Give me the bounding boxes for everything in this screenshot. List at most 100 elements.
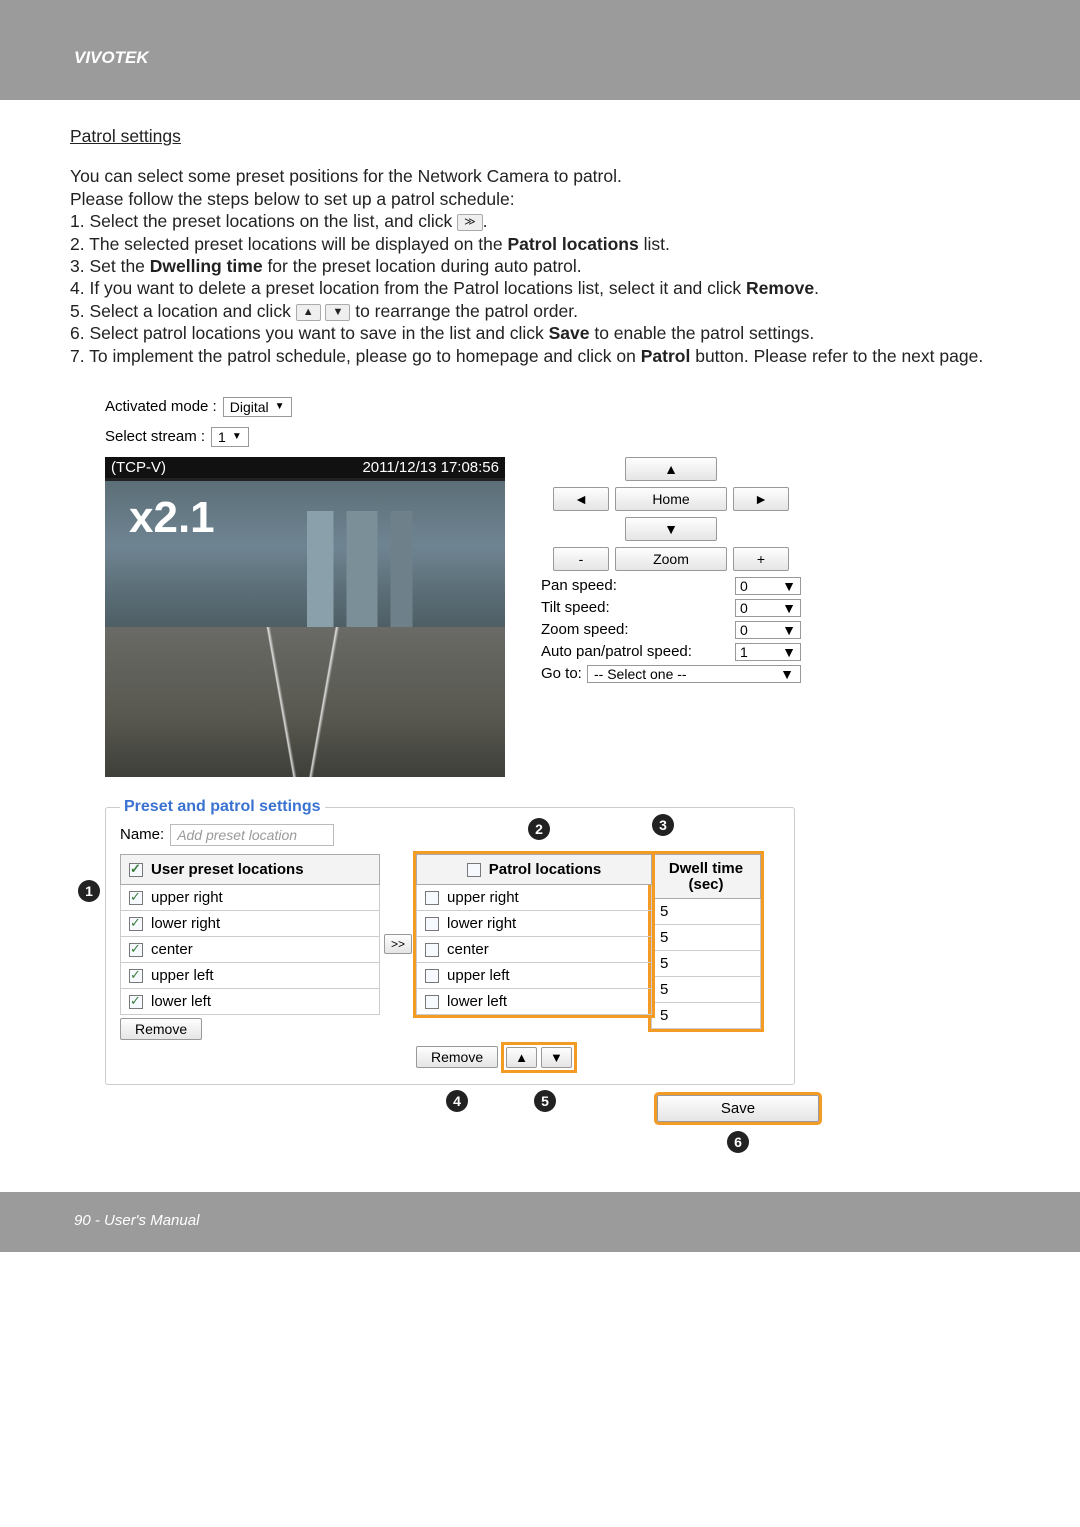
brand-text: VIVOTEK [74, 48, 149, 67]
inline-transfer-icon: ≫ [457, 214, 483, 231]
narrative-block: Patrol settings You can select some pres… [70, 125, 1010, 367]
select-stream-label: Select stream : [105, 428, 205, 445]
zoom-in-button[interactable]: + [733, 547, 789, 571]
checkbox[interactable] [425, 995, 439, 1009]
step-6: 6. Select patrol locations you want to s… [70, 322, 1010, 344]
ptz-up-button[interactable]: ▲ [625, 457, 717, 481]
section-title: Patrol settings [70, 125, 1010, 147]
save-button[interactable]: Save [657, 1095, 819, 1122]
chevron-down-icon: ▼ [782, 578, 796, 594]
tilt-speed-label: Tilt speed: [541, 599, 610, 616]
brand-header: VIVOTEK [0, 0, 1080, 100]
dwell-header-2: (sec) [689, 876, 724, 893]
table-row[interactable]: 5 [652, 925, 761, 951]
checkbox[interactable] [129, 969, 143, 983]
tilt-speed-select[interactable]: 0▼ [735, 599, 801, 617]
chevron-down-icon: ▼ [782, 644, 796, 660]
step-2: 2. The selected preset locations will be… [70, 233, 1010, 255]
checkbox[interactable] [129, 917, 143, 931]
video-title: (TCP-V) [111, 459, 166, 476]
chevron-down-icon: ▼ [782, 600, 796, 616]
step-1: 1. Select the preset locations on the li… [70, 210, 1010, 232]
user-remove-button[interactable]: Remove [120, 1018, 202, 1040]
patrol-move-up-button[interactable]: ▲ [506, 1047, 537, 1068]
patrol-all-check[interactable] [467, 863, 481, 877]
preset-legend: Preset and patrol settings [120, 798, 325, 816]
callout-1: 1 [78, 880, 100, 902]
select-stream-select[interactable]: 1 ▼ [211, 427, 249, 447]
table-row[interactable]: upper left [417, 962, 652, 988]
pan-speed-label: Pan speed: [541, 577, 617, 594]
preset-name-label: Name: [120, 826, 164, 843]
auto-speed-select[interactable]: 1▼ [735, 643, 801, 661]
chevron-down-icon: ▼ [275, 401, 285, 412]
ui-screenshot: Activated mode : Digital ▼ Select stream… [105, 397, 905, 1122]
user-preset-header: User preset locations [151, 861, 304, 878]
intro-line-2: Please follow the steps below to set up … [70, 188, 1010, 210]
table-row[interactable]: lower left [121, 988, 380, 1014]
ptz-left-button[interactable]: ◄ [553, 487, 609, 511]
preset-patrol-panel: Preset and patrol settings Name: Add pre… [105, 807, 795, 1085]
table-row[interactable]: lower right [121, 910, 380, 936]
checkbox[interactable] [425, 943, 439, 957]
table-row[interactable]: 5 [652, 1003, 761, 1029]
callout-5: 5 [534, 1090, 556, 1112]
chevron-down-icon: ▼ [780, 666, 794, 682]
table-row[interactable]: upper right [121, 884, 380, 910]
table-row[interactable]: center [121, 936, 380, 962]
zoom-out-button[interactable]: - [553, 547, 609, 571]
chevron-down-icon: ▼ [782, 622, 796, 638]
user-preset-all-check[interactable] [129, 863, 143, 877]
checkbox[interactable] [425, 891, 439, 905]
step-4: 4. If you want to delete a preset locati… [70, 277, 1010, 299]
checkbox[interactable] [129, 995, 143, 1009]
table-row[interactable]: lower right [417, 910, 652, 936]
auto-speed-label: Auto pan/patrol speed: [541, 643, 692, 660]
table-row[interactable]: upper left [121, 962, 380, 988]
table-row[interactable]: upper right [417, 884, 652, 910]
table-row[interactable]: 5 [652, 951, 761, 977]
video-timestamp: 2011/12/13 17:08:56 [362, 459, 499, 476]
patrol-move-down-button[interactable]: ▼ [541, 1047, 572, 1068]
callout-4: 4 [446, 1090, 468, 1112]
checkbox[interactable] [425, 969, 439, 983]
goto-label: Go to: [541, 665, 582, 682]
ptz-panel: ▲ ◄ Home ► ▼ - Zoom + Pan speed: 0▼ Ti [541, 457, 801, 683]
activated-mode-label: Activated mode : [105, 398, 217, 415]
checkbox[interactable] [129, 891, 143, 905]
step-5: 5. Select a location and click ▲ ▼ to re… [70, 300, 1010, 322]
transfer-button[interactable]: >> [384, 934, 412, 954]
patrol-header: Patrol locations [489, 861, 602, 878]
preset-name-input[interactable]: Add preset location [170, 824, 334, 846]
callout-2: 2 [528, 818, 550, 840]
table-row[interactable]: center [417, 936, 652, 962]
callout-3: 3 [652, 814, 674, 836]
zoom-speed-label: Zoom speed: [541, 621, 629, 638]
table-row[interactable]: 5 [652, 977, 761, 1003]
step-3: 3. Set the Dwelling time for the preset … [70, 255, 1010, 277]
zoom-label: Zoom [615, 547, 727, 571]
ptz-right-button[interactable]: ► [733, 487, 789, 511]
video-zoom-overlay: x2.1 [129, 493, 215, 543]
ptz-home-button[interactable]: Home [615, 487, 727, 511]
goto-select[interactable]: -- Select one --▼ [587, 665, 801, 683]
footer-text: 90 - User's Manual [74, 1212, 199, 1229]
checkbox[interactable] [425, 917, 439, 931]
patrol-remove-button[interactable]: Remove [416, 1046, 498, 1068]
pan-speed-select[interactable]: 0▼ [735, 577, 801, 595]
table-row[interactable]: 5 [652, 899, 761, 925]
footer: 90 - User's Manual [0, 1192, 1080, 1252]
table-row[interactable]: lower left [417, 988, 652, 1014]
ptz-down-button[interactable]: ▼ [625, 517, 717, 541]
callout-6: 6 [727, 1131, 749, 1153]
inline-down-icon: ▼ [325, 304, 350, 321]
zoom-speed-select[interactable]: 0▼ [735, 621, 801, 639]
patrol-locations-table: Patrol locations upper right lower right… [416, 854, 652, 1015]
chevron-down-icon: ▼ [232, 431, 242, 442]
intro-line-1: You can select some preset positions for… [70, 165, 1010, 187]
dwell-header-1: Dwell time [669, 860, 743, 877]
video-preview: (TCP-V) 2011/12/13 17:08:56 x2.1 [105, 457, 505, 777]
step-7: 7. To implement the patrol schedule, ple… [70, 345, 1010, 367]
checkbox[interactable] [129, 943, 143, 957]
activated-mode-select[interactable]: Digital ▼ [223, 397, 292, 417]
